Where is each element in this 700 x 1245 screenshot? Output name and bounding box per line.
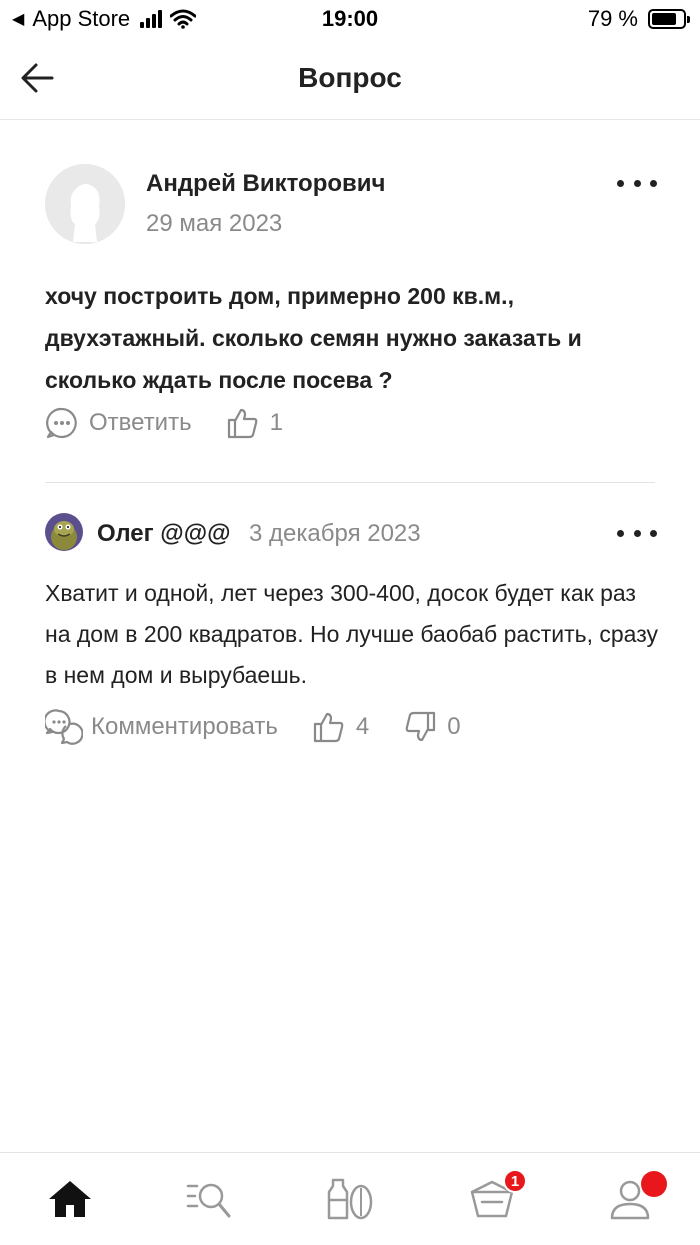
reply-label: Ответить: [89, 409, 192, 436]
cart-badge: 1: [503, 1169, 527, 1193]
page-title: Вопрос: [298, 62, 402, 93]
answer-date: 3 декабря 2023: [249, 520, 421, 547]
comment-button[interactable]: Комментировать: [45, 708, 278, 746]
divider: [45, 482, 655, 483]
battery-icon: [648, 9, 690, 29]
reply-button[interactable]: Ответить: [45, 406, 192, 440]
answer-actions: Комментировать 4 0: [45, 708, 461, 746]
search-list-icon: [186, 1183, 231, 1218]
header: Вопрос: [0, 40, 700, 120]
question-like-count: 1: [269, 409, 283, 436]
answer-more-icon[interactable]: [617, 523, 657, 543]
answer-author-avatar[interactable]: [45, 513, 83, 551]
answer-dislike-button[interactable]: 0: [403, 710, 461, 744]
default-avatar-icon: [45, 164, 125, 244]
question-author-name[interactable]: Андрей Викторович: [146, 170, 385, 198]
comments-icon: [45, 709, 83, 745]
products-icon: [327, 1178, 373, 1220]
comment-label: Комментировать: [91, 713, 278, 740]
battery-level: [652, 13, 676, 25]
tab-cart[interactable]: 1: [467, 1169, 527, 1221]
tab-products[interactable]: [325, 1177, 375, 1221]
avatar-image: [45, 513, 83, 551]
question-actions: Ответить 1: [45, 406, 283, 440]
status-bar-right: 79 %: [587, 6, 690, 32]
tab-profile[interactable]: [605, 1171, 667, 1221]
question-author-avatar[interactable]: [45, 164, 125, 244]
question-like-button[interactable]: 1: [226, 406, 283, 440]
question-more-icon[interactable]: [617, 173, 657, 193]
status-bar: ◀ App Store 19:00 79 %: [0, 0, 700, 40]
question-text: хочу построить дом, примерно 200 кв.м., …: [45, 283, 582, 393]
thumbs-up-icon: [227, 408, 257, 439]
battery-percent: 79 %: [587, 6, 638, 31]
reply-icon: [46, 407, 77, 439]
answer-dislike-count: 0: [447, 713, 461, 740]
answer-like-button[interactable]: 4: [312, 710, 369, 744]
answer-author-name[interactable]: Олег @@@: [97, 520, 231, 548]
tab-catalog[interactable]: [185, 1177, 235, 1221]
answer-text: Хватит и одной, лет через 300-400, досок…: [45, 580, 658, 688]
tab-home[interactable]: [45, 1177, 95, 1221]
thumbs-down-icon: [405, 711, 436, 742]
question-date: 29 мая 2023: [146, 210, 283, 237]
home-icon: [49, 1181, 91, 1217]
profile-notification-dot: [641, 1171, 667, 1197]
thumbs-up-icon: [313, 712, 344, 743]
answer-like-count: 4: [355, 713, 370, 740]
bottom-tab-bar: 1: [0, 1152, 700, 1245]
